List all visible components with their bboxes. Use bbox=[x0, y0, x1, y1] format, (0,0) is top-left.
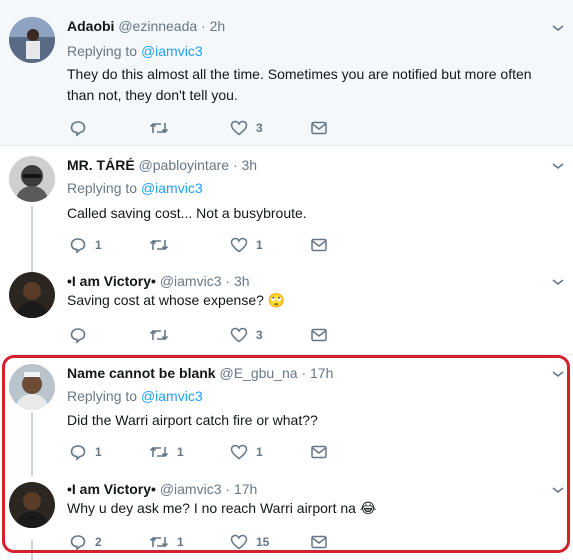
like-count: 1 bbox=[256, 238, 263, 252]
dm-button[interactable] bbox=[310, 118, 328, 138]
heart-icon bbox=[230, 120, 248, 136]
timestamp[interactable]: 3h bbox=[242, 157, 258, 173]
author-name[interactable]: Adaobi bbox=[67, 18, 114, 34]
like-button[interactable]: 3 bbox=[230, 118, 263, 138]
tweet-text: Called saving cost... Not a busybroute. bbox=[67, 205, 307, 221]
like-count: 3 bbox=[256, 328, 263, 342]
avatar[interactable] bbox=[9, 17, 55, 63]
author-name[interactable]: MR. TÁRÉ bbox=[67, 157, 135, 173]
like-button[interactable]: 1 bbox=[230, 235, 263, 255]
retweet-icon bbox=[149, 239, 169, 251]
reply-button[interactable] bbox=[69, 325, 95, 345]
reply-icon bbox=[70, 328, 86, 344]
envelope-icon bbox=[311, 121, 327, 135]
retweet-button[interactable] bbox=[149, 325, 177, 345]
chevron-down-icon[interactable] bbox=[551, 23, 565, 33]
author-handle[interactable]: @iamvic3 bbox=[160, 273, 222, 289]
heart-icon bbox=[230, 237, 248, 253]
author-name[interactable]: •I am Victory• bbox=[67, 273, 156, 289]
retweet-icon bbox=[149, 122, 169, 134]
like-count: 3 bbox=[256, 121, 263, 135]
tweet-text: They do this almost all the time. Someti… bbox=[67, 66, 532, 103]
timestamp[interactable]: 3h bbox=[234, 273, 250, 289]
emoji: 🙄 bbox=[267, 292, 286, 308]
reply-icon bbox=[70, 121, 86, 137]
avatar[interactable] bbox=[9, 156, 55, 202]
dm-button[interactable] bbox=[310, 325, 328, 345]
replying-to-label: Replying to bbox=[67, 180, 138, 196]
tweet-3[interactable]: •I am Victory• @iamvic3 · 3h Saving cost… bbox=[0, 262, 573, 354]
separator-dot: · bbox=[225, 273, 231, 289]
heart-icon bbox=[230, 327, 248, 343]
separator-dot: · bbox=[201, 18, 206, 34]
retweet-button[interactable] bbox=[149, 118, 177, 138]
author-handle[interactable]: @ezinneada bbox=[118, 18, 197, 34]
retweet-icon bbox=[149, 329, 169, 341]
retweet-button[interactable] bbox=[149, 235, 177, 255]
reply-button[interactable] bbox=[69, 118, 95, 138]
timestamp[interactable]: 2h bbox=[210, 18, 226, 34]
mention-link[interactable]: @iamvic3 bbox=[141, 43, 203, 59]
like-button[interactable]: 3 bbox=[230, 325, 263, 345]
dm-button[interactable] bbox=[310, 235, 328, 255]
replying-to-label: Replying to bbox=[67, 43, 138, 59]
tweet-1[interactable]: Adaobi @ezinneada · 2h Replying to @iamv… bbox=[0, 0, 573, 145]
chevron-down-icon[interactable] bbox=[551, 277, 565, 287]
author-handle[interactable]: @pabloyintare bbox=[139, 157, 230, 173]
tweet-2[interactable]: MR. TÁRÉ @pabloyintare · 3h Replying to … bbox=[0, 146, 573, 261]
tweet-text: Saving cost at whose expense? bbox=[67, 292, 264, 308]
reply-icon bbox=[70, 238, 86, 254]
envelope-icon bbox=[311, 238, 327, 252]
separator-dot: · bbox=[232, 157, 238, 173]
avatar[interactable] bbox=[9, 272, 55, 318]
envelope-icon bbox=[311, 328, 327, 342]
highlight-box bbox=[2, 355, 570, 553]
reply-button[interactable]: 1 bbox=[69, 235, 102, 255]
chevron-down-icon[interactable] bbox=[551, 161, 565, 171]
reply-count: 1 bbox=[95, 238, 102, 252]
mention-link[interactable]: @iamvic3 bbox=[141, 180, 203, 196]
